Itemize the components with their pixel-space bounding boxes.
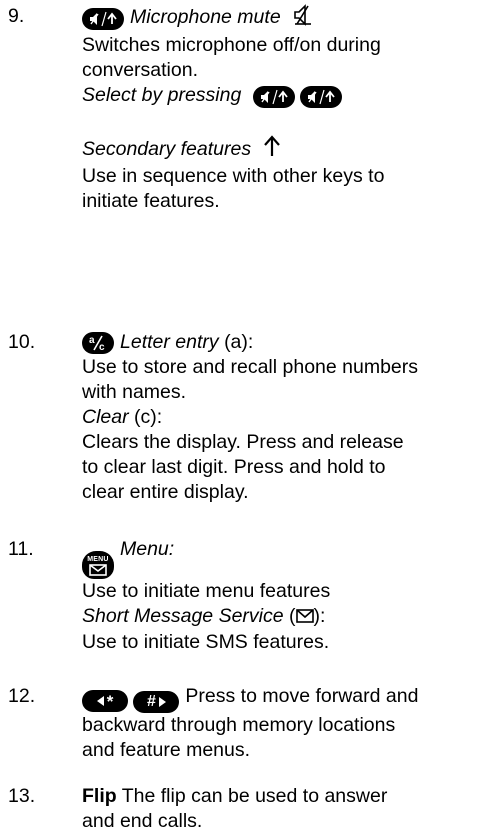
paren: ): — [313, 605, 326, 627]
item-number: 9. — [8, 5, 25, 27]
description-line: initiate features. — [82, 190, 220, 212]
description-line: and end calls. — [82, 810, 203, 832]
item-title: Flip — [82, 785, 117, 807]
microphone-muted-icon — [292, 4, 314, 33]
description-line: Use to initiate SMS features. — [82, 631, 330, 653]
description-line: backward through memory locations — [82, 714, 396, 736]
menu-envelope-key-icon: MENU — [82, 551, 114, 579]
description-line: with names. — [82, 381, 187, 403]
svg-text:c: c — [99, 342, 105, 352]
clear-title: Clear — [82, 406, 129, 428]
key-label: * — [106, 691, 114, 711]
hash-right-key-icon: # — [133, 691, 180, 713]
mute-arrow-key-icon — [252, 86, 295, 108]
up-arrow-icon — [263, 135, 281, 164]
description-line: Switches microphone off/on during — [82, 34, 381, 56]
mute-arrow-key-icon — [82, 8, 124, 30]
description-line: The flip can be used to answer — [121, 785, 388, 807]
mute-arrow-key-icon — [300, 86, 343, 108]
item-title-suffix: (a): — [224, 331, 254, 353]
item-title: Microphone mute — [130, 6, 281, 28]
left-star-key-icon: * — [82, 690, 128, 712]
item-number: 10. — [8, 331, 36, 353]
description-line: Use to initiate menu features — [82, 580, 331, 602]
item-title: Menu: — [120, 538, 175, 560]
letter-clear-key-icon: a c — [82, 332, 114, 354]
description-line: conversation. — [82, 59, 198, 81]
envelope-icon — [295, 605, 314, 630]
select-instruction: Select by pressing — [82, 84, 242, 106]
item-number: 12. — [8, 685, 36, 707]
key-label: # — [146, 693, 156, 710]
item-number: 11. — [8, 538, 34, 560]
description-line: and feature menus. — [82, 739, 251, 761]
svg-text:a: a — [89, 335, 95, 346]
description-line: clear entire display. — [82, 481, 249, 503]
description-line: Press to move forward and — [185, 685, 419, 707]
clear-suffix: (c): — [134, 406, 163, 428]
sms-title: Short Message Service — [82, 605, 284, 627]
description-line: Use in sequence with other keys to — [82, 165, 385, 187]
description-line: Clears the display. Press and release — [82, 431, 404, 453]
secondary-features-title: Secondary features — [82, 138, 252, 160]
menu-key-label: MENU — [87, 556, 109, 563]
item-title: Letter entry — [120, 331, 219, 353]
description-line: Use to store and recall phone numbers — [82, 356, 419, 378]
item-number: 13. — [8, 785, 36, 807]
description-line: to clear last digit. Press and hold to — [82, 456, 386, 478]
